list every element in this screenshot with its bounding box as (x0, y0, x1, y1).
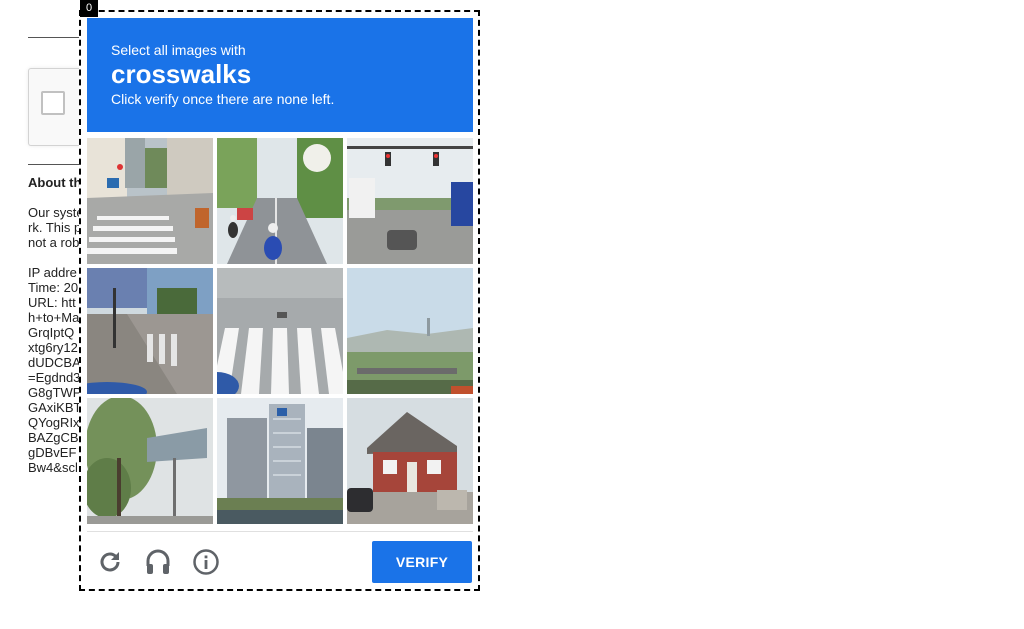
not-robot-checkbox[interactable] (41, 91, 65, 115)
image-tile-1[interactable] (87, 138, 213, 264)
info-icon[interactable] (191, 547, 221, 577)
image-tile-5[interactable] (217, 268, 343, 394)
prompt-hint: Click verify once there are none left. (111, 91, 335, 107)
frame-index-badge: 0 (80, 0, 98, 17)
image-tile-2[interactable] (217, 138, 343, 264)
prompt-target: crosswalks (111, 59, 252, 89)
prompt-instruction: Select all images with (111, 42, 246, 58)
image-tile-6[interactable] (347, 268, 473, 394)
image-grid (87, 138, 473, 524)
verify-button[interactable]: VERIFY (372, 541, 472, 583)
image-tile-7[interactable] (87, 398, 213, 524)
footer-divider (87, 531, 473, 532)
reload-icon[interactable] (95, 547, 125, 577)
image-tile-3[interactable] (347, 138, 473, 264)
headphones-icon[interactable] (143, 547, 173, 577)
image-tile-9[interactable] (347, 398, 473, 524)
image-tile-8[interactable] (217, 398, 343, 524)
challenge-header: Select all images with crosswalks Click … (87, 18, 473, 132)
image-tile-4[interactable] (87, 268, 213, 394)
